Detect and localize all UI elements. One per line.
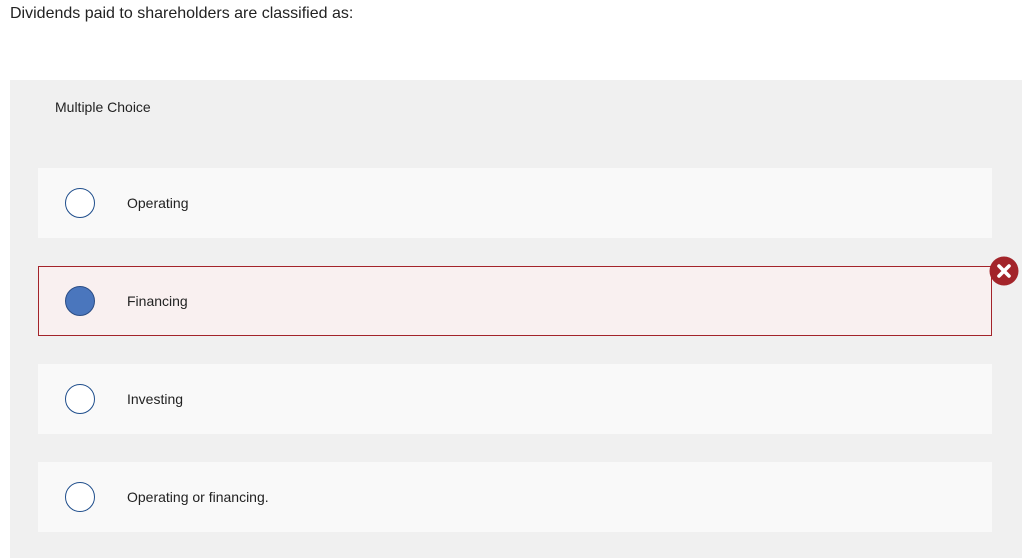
- radio-button-selected[interactable]: [65, 286, 95, 316]
- answer-option-label: Operating: [127, 195, 189, 211]
- answer-option-label: Investing: [127, 391, 184, 407]
- multiple-choice-panel: Multiple Choice Operating Financing Inve…: [10, 80, 1022, 558]
- answer-option-financing[interactable]: Financing: [38, 256, 1019, 336]
- question-text: Dividends paid to shareholders are class…: [10, 5, 354, 22]
- answer-option-operating[interactable]: Operating: [38, 168, 992, 238]
- answer-option-operating-or-financing[interactable]: Operating or financing.: [38, 462, 992, 532]
- answer-option-label: Financing: [127, 293, 188, 309]
- multiple-choice-header-label: Multiple Choice: [55, 99, 151, 115]
- answer-option-investing[interactable]: Investing: [38, 364, 992, 434]
- multiple-choice-header: Multiple Choice: [10, 80, 1022, 134]
- x-circle-icon: [989, 256, 1019, 286]
- radio-button[interactable]: [65, 188, 95, 218]
- radio-button[interactable]: [65, 482, 95, 512]
- answer-options: Operating Financing Investing Operating …: [38, 168, 1019, 560]
- radio-button[interactable]: [65, 384, 95, 414]
- answer-option-label: Operating or financing.: [127, 489, 269, 505]
